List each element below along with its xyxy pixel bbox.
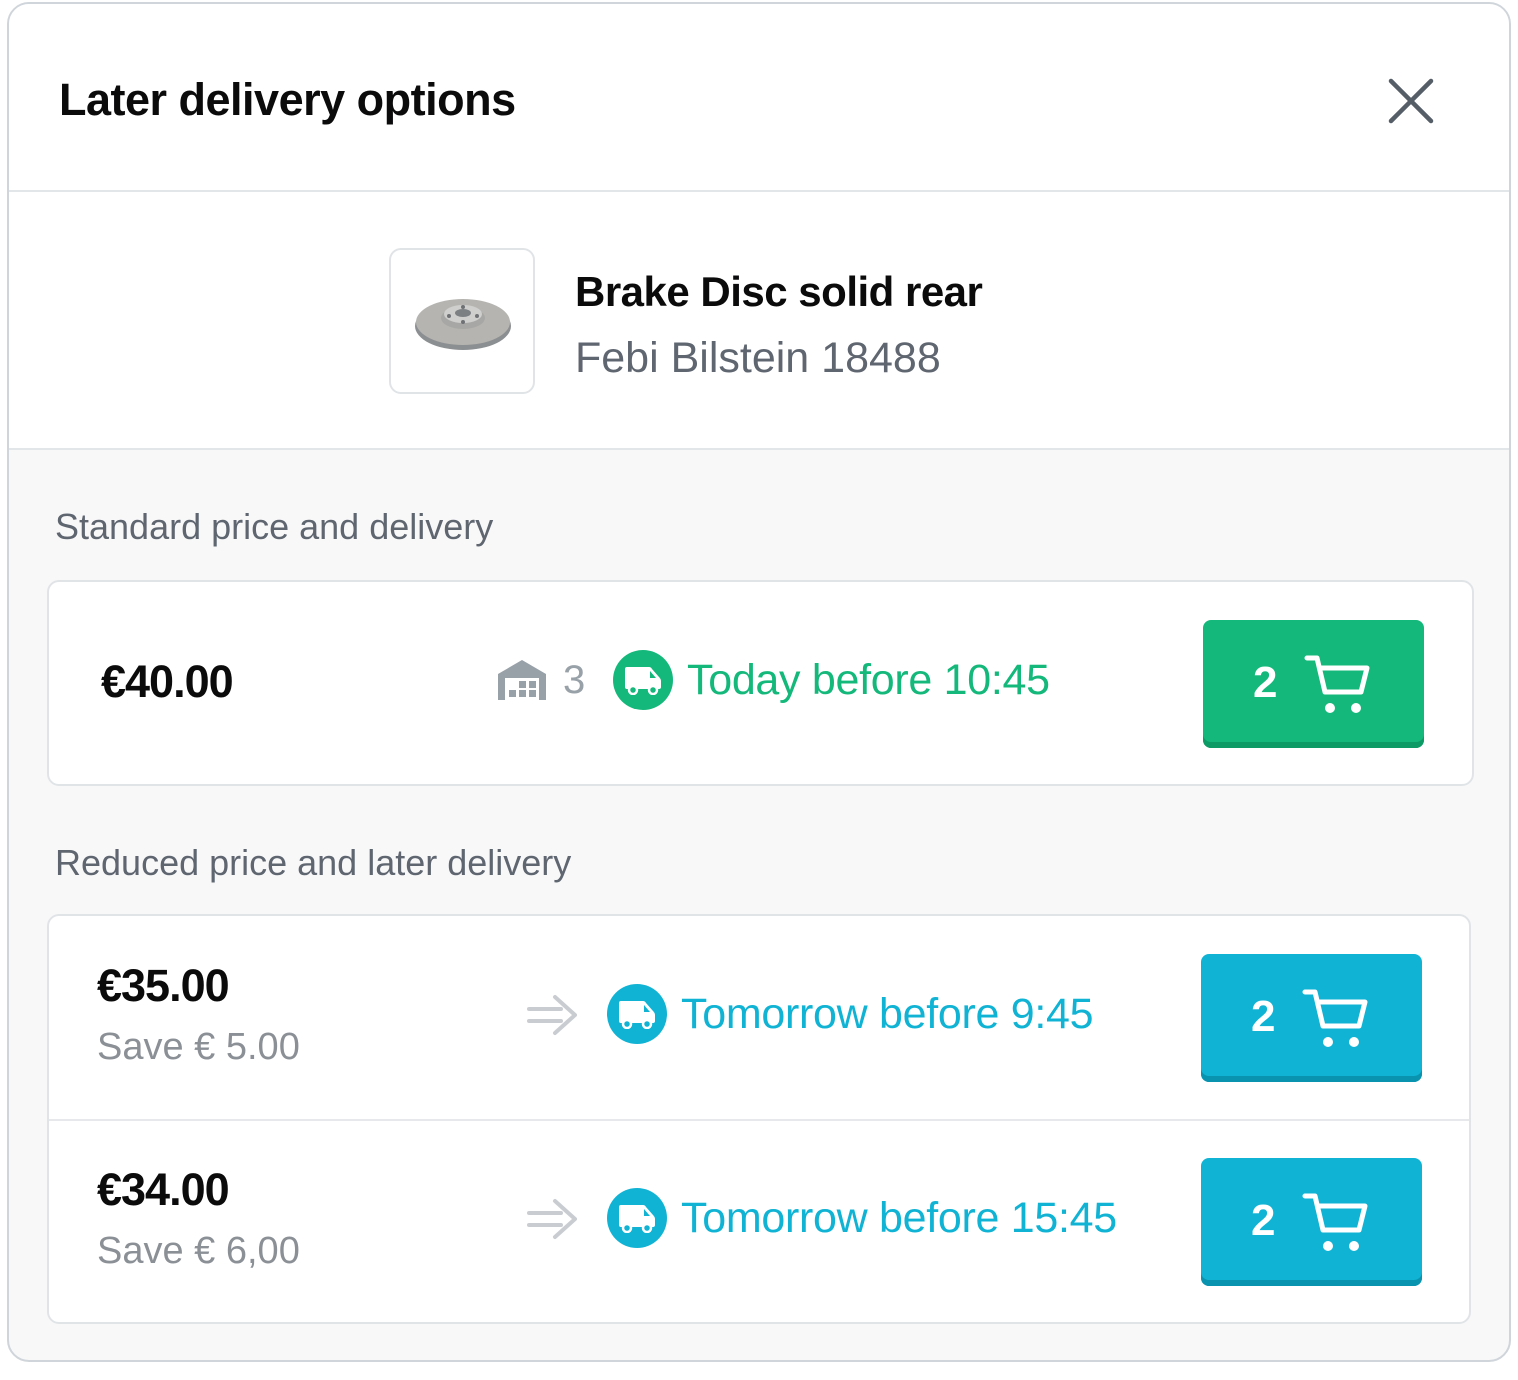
double-arrow-right-icon	[527, 995, 577, 1035]
row-divider	[49, 1119, 1469, 1121]
standard-option-card: €40.00 3 Today before 10:45 2	[47, 580, 1474, 786]
standard-delivery-time: Today before 10:45	[687, 656, 1050, 704]
product-summary: Brake Disc solid rear Febi Bilstein 1848…	[9, 192, 1509, 450]
delivery-options-modal: Later delivery options Brake Disc solid …	[7, 2, 1511, 1362]
truck-icon	[619, 1001, 655, 1029]
warehouse-icon	[498, 660, 546, 700]
option-add-to-cart-button[interactable]: 2	[1201, 954, 1422, 1082]
option-price: €34.00	[97, 1164, 230, 1215]
product-brand: Febi Bilstein 18488	[575, 334, 941, 382]
delivery-truck-badge	[607, 984, 667, 1044]
close-button[interactable]	[1377, 69, 1441, 133]
brake-disc-image	[415, 299, 511, 350]
product-name: Brake Disc solid rear	[575, 268, 983, 315]
option-savings: Save € 5.00	[97, 1026, 300, 1068]
cart-icon	[1302, 989, 1368, 1047]
cart-quantity: 2	[1251, 992, 1276, 1041]
standard-add-to-cart-button[interactable]: 2	[1203, 620, 1424, 748]
modal-title: Later delivery options	[59, 74, 516, 125]
reduced-section-label: Reduced price and later delivery	[55, 842, 572, 883]
option-price: €35.00	[97, 960, 230, 1011]
product-image	[389, 248, 535, 394]
option-delivery-time: Tomorrow before 9:45	[681, 990, 1094, 1038]
option-savings: Save € 6,00	[97, 1230, 300, 1272]
delivery-truck-badge	[607, 1188, 667, 1248]
option-delivery-time: Tomorrow before 15:45	[681, 1194, 1117, 1242]
truck-icon	[619, 1205, 655, 1233]
option-add-to-cart-button[interactable]: 2	[1201, 1158, 1422, 1286]
cart-quantity: 2	[1251, 1196, 1276, 1245]
cart-icon	[1302, 1193, 1368, 1251]
close-icon	[1388, 78, 1434, 124]
cart-icon	[1304, 655, 1370, 713]
truck-icon	[625, 667, 661, 695]
standard-price: €40.00	[101, 656, 234, 707]
double-arrow-right-icon	[527, 1199, 577, 1239]
reduced-options-card: €35.00 Save € 5.00 Tomorrow before 9:45 …	[47, 914, 1471, 1324]
cart-quantity: 2	[1253, 658, 1278, 707]
stock-count: 3	[563, 658, 586, 702]
delivery-truck-badge	[613, 650, 673, 710]
modal-header: Later delivery options	[9, 4, 1509, 192]
standard-section-label: Standard price and delivery	[55, 506, 494, 547]
